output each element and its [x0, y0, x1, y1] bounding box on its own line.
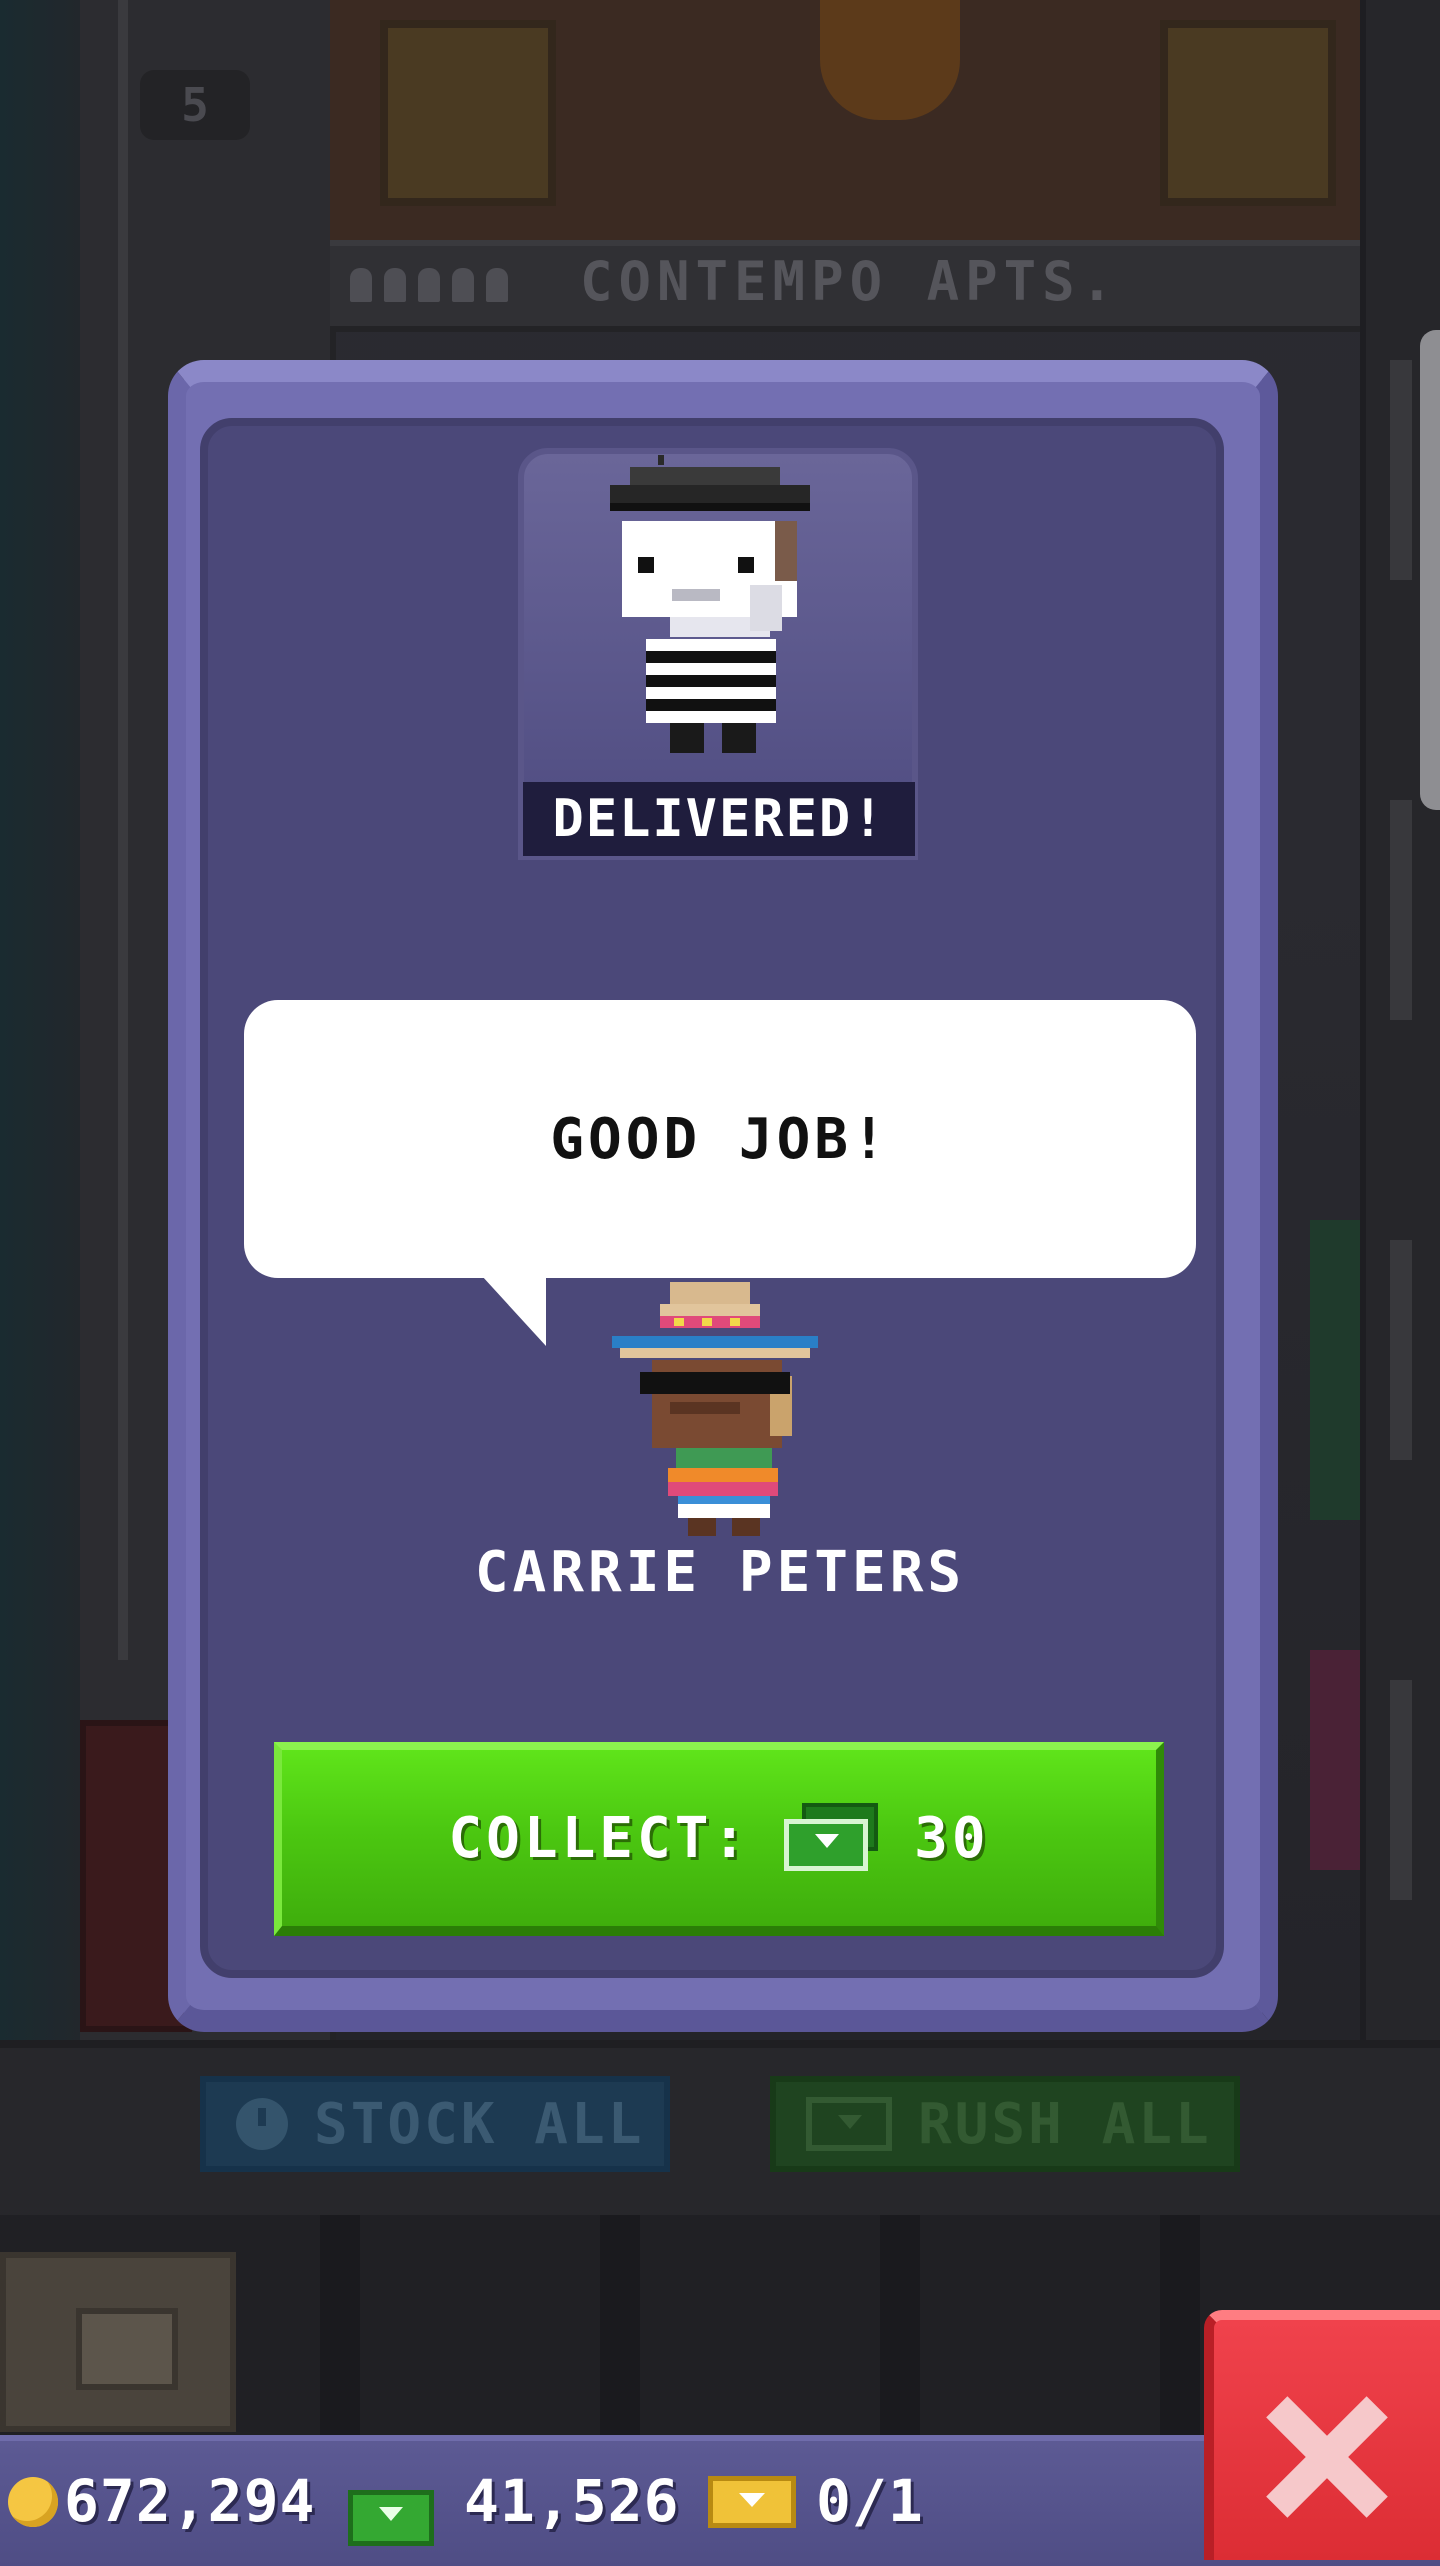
ticket-count: 0/1: [816, 2467, 924, 2535]
column-slot: [1390, 1680, 1412, 1900]
resident-icon: [418, 268, 440, 302]
collect-amount: 30: [914, 1805, 990, 1871]
speech-bubble-tail: [482, 1276, 546, 1346]
stock-all-button[interactable]: STOCK ALL: [200, 2076, 670, 2172]
collect-label: COLLECT:: [448, 1805, 751, 1871]
elevator-cable: [118, 0, 128, 1660]
resident-icons: [350, 258, 550, 302]
side-menu-tab[interactable]: [1420, 330, 1440, 810]
floor-sign-label: CONTEMPO APTS.: [580, 250, 1120, 313]
bux-icon: [784, 1803, 880, 1873]
column-slot: [1390, 1240, 1412, 1460]
ticket-icon: [708, 2476, 796, 2528]
floor-segment: [1310, 1220, 1360, 1520]
mime-sprite: [610, 455, 810, 753]
apartment-window: [1160, 20, 1336, 206]
close-icon: [1262, 2392, 1392, 2522]
resident-icon: [452, 268, 474, 302]
floor-number: 5: [140, 70, 250, 140]
speech-bubble: GOOD JOB!: [244, 1000, 1196, 1278]
column-slot: [1390, 800, 1412, 1020]
left-shaft: [0, 0, 80, 2040]
resident-icon: [350, 268, 372, 302]
stock-all-label: STOCK ALL: [314, 2091, 645, 2157]
apartment-window: [380, 20, 556, 206]
coin-icon: [8, 2477, 58, 2527]
speech-text: GOOD JOB!: [550, 1106, 890, 1172]
rush-all-button[interactable]: RUSH ALL: [770, 2076, 1240, 2172]
lobby-pillar: [320, 2215, 360, 2435]
clock-icon: [236, 2098, 288, 2150]
lobby-pillar: [1160, 2215, 1200, 2435]
collect-button[interactable]: COLLECT: 30: [274, 1742, 1164, 1936]
floor-segment: [1310, 1650, 1360, 1870]
bux-icon: [806, 2097, 892, 2151]
build-floor-button[interactable]: [0, 2252, 236, 2432]
lobby-pillar: [600, 2215, 640, 2435]
bitizen-name: CARRIE PETERS: [474, 1540, 966, 1605]
resident-icon: [384, 268, 406, 302]
rush-all-label: RUSH ALL: [918, 2091, 1212, 2157]
bitizen-sprite: [612, 1282, 818, 1536]
close-button[interactable]: [1204, 2310, 1440, 2560]
crate-icon: [76, 2308, 178, 2390]
coin-count: 672,294: [64, 2467, 316, 2535]
resident-icon: [486, 268, 508, 302]
apartment-lamp: [820, 0, 960, 120]
delivered-banner: DELIVERED!: [523, 782, 915, 856]
bux-icon: [348, 2490, 434, 2546]
lobby-pillar: [880, 2215, 920, 2435]
bux-count: 41,526: [464, 2467, 680, 2535]
column-slot: [1390, 360, 1412, 580]
